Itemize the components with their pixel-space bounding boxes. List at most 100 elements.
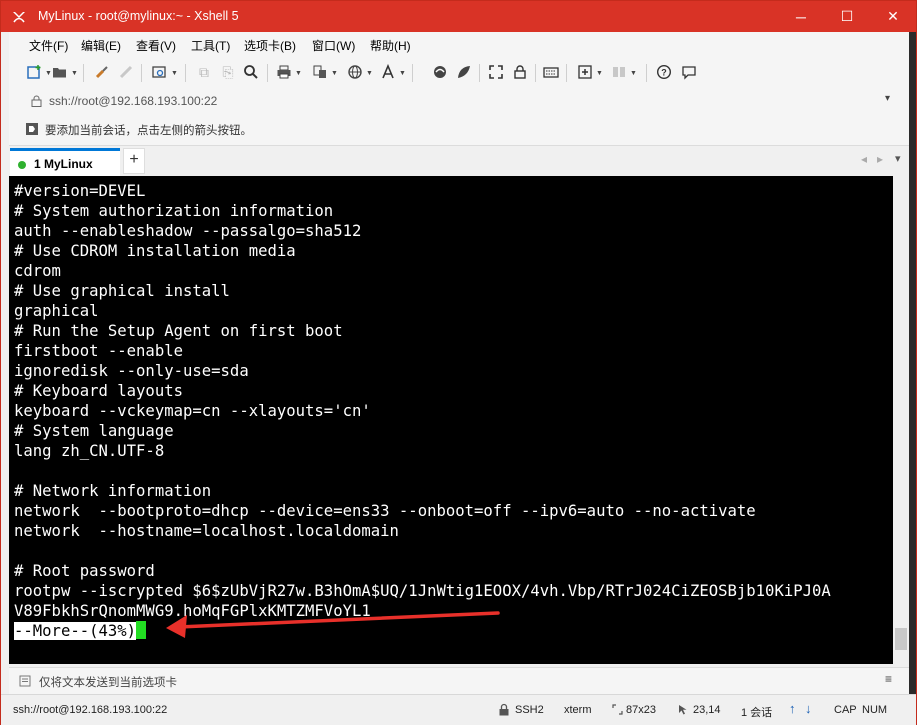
- terminal-line: rootpw --iscrypted $6$zUbVjR27w.B3hOmA$U…: [14, 582, 831, 600]
- terminal-line: # System authorization information: [14, 202, 334, 220]
- bookmark-arrow-icon[interactable]: [25, 122, 39, 136]
- send-text-placeholder[interactable]: 仅将文本发送到当前选项卡: [39, 674, 177, 690]
- terminal-scrollbar[interactable]: [893, 176, 909, 664]
- print-dropdown-icon[interactable]: ▼: [295, 70, 302, 77]
- terminal-line: ignoredisk --only-use=sda: [14, 362, 249, 380]
- minimize-button[interactable]: ─: [778, 1, 824, 32]
- status-sessions: 1 会话: [741, 707, 773, 719]
- address-dropdown-icon[interactable]: ▾: [885, 93, 890, 104]
- toolbar-separator: [83, 64, 84, 82]
- tab-label: 1 MyLinux: [34, 157, 93, 171]
- layout-icon[interactable]: [610, 63, 628, 81]
- menu-tools[interactable]: 工具(T): [191, 37, 230, 54]
- disconnect-icon[interactable]: [117, 63, 135, 81]
- toolbar-separator: [141, 64, 142, 82]
- menu-tabs[interactable]: 选项卡(B): [244, 37, 296, 54]
- terminal-line: V89FbkhSrQnomMWG9.hoMqFGPlxKMTZMFVoYL1: [14, 602, 371, 620]
- send-bar-menu-icon[interactable]: ≡: [885, 672, 892, 686]
- xftp-icon[interactable]: [431, 63, 449, 81]
- session-hint-text: 要添加当前会话，点击左侧的箭头按钮。: [45, 125, 252, 137]
- xshell-logo-icon: [13, 12, 25, 23]
- lock-icon[interactable]: [511, 63, 529, 81]
- add-button-icon[interactable]: [576, 63, 594, 81]
- address-text[interactable]: ssh://root@192.168.193.100:22: [49, 94, 217, 108]
- copy-icon[interactable]: ⧉: [195, 63, 213, 81]
- session-hint-bar: 要添加当前会话，点击左侧的箭头按钮。: [9, 113, 909, 146]
- terminal-line: graphical: [14, 302, 99, 320]
- keyboard-icon[interactable]: [542, 63, 560, 81]
- send-text-icon: [19, 675, 31, 687]
- ssh-lock-icon: [499, 703, 509, 716]
- toolbar-separator: [479, 64, 480, 82]
- globe-icon[interactable]: [346, 63, 364, 81]
- terminal-line: keyboard --vckeymap=cn --xlayouts='cn': [14, 402, 371, 420]
- menu-view[interactable]: 查看(V): [136, 37, 176, 54]
- tab-scroll-right-icon[interactable]: ▸: [877, 152, 883, 166]
- menu-file[interactable]: 文件(F): [29, 37, 68, 54]
- chat-icon[interactable]: [680, 63, 698, 81]
- tab-scroll-left-icon[interactable]: ◂: [861, 152, 867, 166]
- add-dropdown-icon[interactable]: ▼: [596, 70, 603, 77]
- status-position: 23,14: [693, 704, 721, 716]
- open-folder-icon[interactable]: [51, 63, 69, 81]
- xmanager-icon[interactable]: [455, 63, 473, 81]
- terminal-line: # Run the Setup Agent on first boot: [14, 322, 343, 340]
- menu-bar: 文件(F) 编辑(E) 查看(V) 工具(T) 选项卡(B) 窗口(W) 帮助(…: [9, 32, 909, 56]
- tab-mylinux[interactable]: 1 MyLinux: [10, 148, 120, 176]
- properties-dropdown-icon[interactable]: ▼: [171, 70, 178, 77]
- status-cap: CAP: [834, 704, 857, 716]
- menu-help[interactable]: 帮助(H): [370, 37, 411, 54]
- toolbar-separator: [535, 64, 536, 82]
- terminal-line: lang zh_CN.UTF-8: [14, 442, 165, 460]
- transfer-icon[interactable]: [311, 63, 329, 81]
- address-lock-icon: [31, 95, 42, 107]
- status-term: xterm: [564, 704, 592, 716]
- more-prompt: --More--(43%): [14, 622, 137, 640]
- terminal-line: # System language: [14, 422, 174, 440]
- paste-icon[interactable]: ⎘: [219, 63, 237, 81]
- address-bar[interactable]: ssh://root@192.168.193.100:22 ▾: [9, 89, 909, 114]
- terminal-cursor: [136, 621, 147, 639]
- terminal-line: auth --enableshadow --passalgo=sha512: [14, 222, 362, 240]
- send-text-bar[interactable]: 仅将文本发送到当前选项卡 ≡: [9, 667, 909, 694]
- connect-icon[interactable]: [93, 63, 111, 81]
- background-window-edge: [909, 32, 916, 694]
- pager-line: --More--(43%): [14, 621, 147, 641]
- print-icon[interactable]: [275, 63, 293, 81]
- font-dropdown-icon[interactable]: ▼: [399, 70, 406, 77]
- terminal-line: network --bootproto=dhcp --device=ens33 …: [14, 502, 756, 520]
- new-session-icon[interactable]: [25, 63, 43, 81]
- status-num: NUM: [862, 704, 888, 716]
- new-tab-button[interactable]: +: [123, 148, 145, 174]
- find-icon[interactable]: [242, 63, 260, 81]
- globe-dropdown-icon[interactable]: ▼: [366, 70, 373, 77]
- toolbar-separator: [267, 64, 268, 82]
- scrollbar-thumb[interactable]: [895, 628, 907, 650]
- terminal-line: # Keyboard layouts: [14, 382, 183, 400]
- properties-icon[interactable]: [150, 63, 168, 81]
- help-icon[interactable]: ?: [655, 63, 673, 81]
- menu-window[interactable]: 窗口(W): [312, 37, 355, 54]
- transfer-dropdown-icon[interactable]: ▼: [331, 70, 338, 77]
- maximize-button[interactable]: ☐: [824, 1, 870, 32]
- terminal-line: network --hostname=localhost.localdomain: [14, 522, 399, 540]
- toolbar: ▼ ▼ ▼ ⧉ ⎘ ▼ ▼ ▼ ▼ ▼ ▼ ?: [9, 56, 909, 90]
- terminal-line: # Use CDROM installation media: [14, 242, 296, 260]
- upload-arrow-icon: ↑: [789, 701, 796, 716]
- toolbar-separator: [185, 64, 186, 82]
- terminal-screen[interactable]: #version=DEVEL # System authorization in…: [9, 176, 893, 664]
- menu-edit[interactable]: 编辑(E): [81, 37, 121, 54]
- status-protocol: SSH2: [515, 704, 544, 716]
- download-arrow-icon: ↓: [805, 701, 812, 716]
- connected-status-icon: [18, 161, 26, 169]
- title-bar[interactable]: MyLinux - root@mylinux:~ - Xshell 5 ─ ☐ …: [1, 1, 916, 32]
- status-size: 87x23: [626, 704, 656, 716]
- toolbar-separator: [412, 64, 413, 82]
- fullscreen-icon[interactable]: [487, 63, 505, 81]
- layout-dropdown-icon[interactable]: ▼: [630, 70, 637, 77]
- tab-list-icon[interactable]: ▾: [895, 152, 901, 165]
- terminal-line: firstboot --enable: [14, 342, 183, 360]
- open-dropdown-icon[interactable]: ▼: [71, 70, 78, 77]
- font-icon[interactable]: [379, 63, 397, 81]
- close-button[interactable]: ✕: [870, 1, 916, 32]
